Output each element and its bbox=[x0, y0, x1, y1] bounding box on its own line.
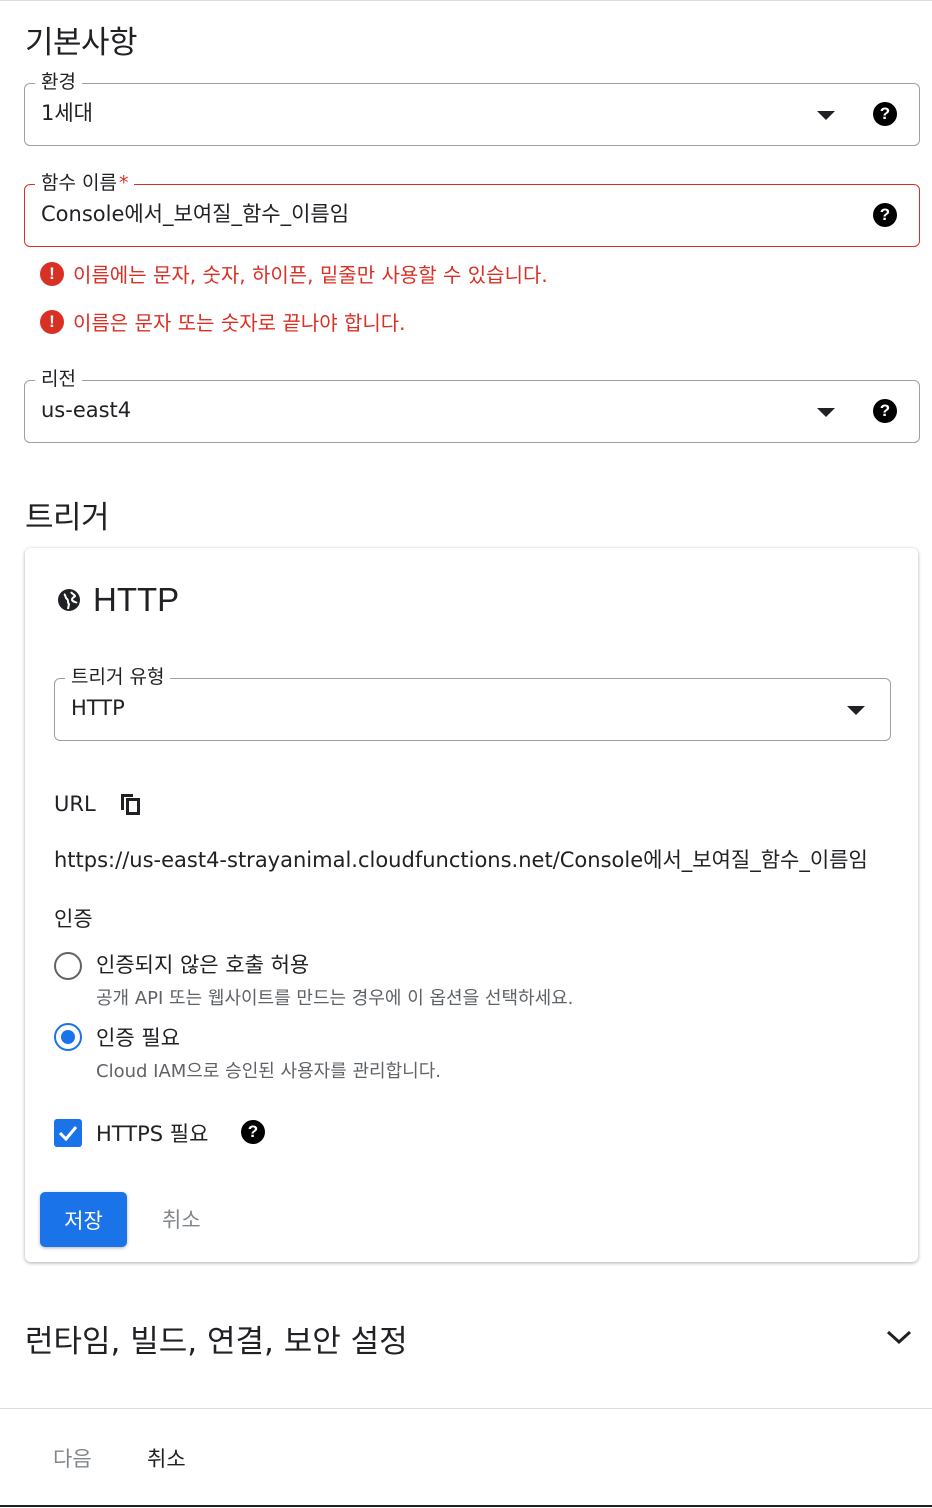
function-name-label: 함수 이름 * bbox=[35, 172, 135, 194]
globe-icon bbox=[58, 589, 80, 611]
url-label: URL bbox=[54, 792, 96, 816]
chevron-down-icon[interactable] bbox=[886, 1326, 912, 1348]
https-required-checkbox[interactable] bbox=[54, 1119, 82, 1147]
environment-label: 환경 bbox=[35, 71, 82, 93]
help-icon[interactable]: ? bbox=[873, 203, 897, 227]
region-select[interactable]: 리전 us-east4 ? bbox=[24, 368, 920, 443]
caret-down-icon[interactable] bbox=[817, 408, 835, 417]
trigger-card: HTTP 트리거 유형 HTTP URL https://us-east4-st… bbox=[25, 548, 918, 1262]
region-value: us-east4 bbox=[41, 398, 132, 422]
error-icon: ! bbox=[40, 309, 64, 334]
function-name-value[interactable]: Console에서_보여질_함수_이름임 bbox=[41, 199, 349, 229]
function-name-field[interactable]: 함수 이름 * Console에서_보여질_함수_이름임 ? bbox=[24, 172, 920, 247]
cancel-button[interactable]: 취소 bbox=[162, 1204, 201, 1234]
environment-select[interactable]: 환경 1세대 ? bbox=[24, 71, 920, 146]
card-title-text: HTTP bbox=[93, 581, 180, 618]
card-title: HTTP bbox=[57, 581, 179, 619]
option-title: 인증 필요 bbox=[96, 1026, 180, 1050]
caret-down-icon[interactable] bbox=[847, 706, 865, 715]
error-text: 이름에는 문자, 숫자, 하이픈, 밑줄만 사용할 수 있습니다. bbox=[73, 263, 548, 287]
copy-icon[interactable] bbox=[119, 791, 143, 817]
region-label: 리전 bbox=[35, 368, 82, 390]
trigger-heading: 트리거 bbox=[25, 500, 110, 536]
trigger-type-select[interactable]: 트리거 유형 HTTP bbox=[54, 666, 891, 741]
footer-divider bbox=[0, 1408, 932, 1409]
option-subtitle: Cloud IAM으로 승인된 사용자를 관리합니다. bbox=[96, 1061, 442, 1082]
footer-cancel-button[interactable]: 취소 bbox=[147, 1443, 186, 1473]
help-icon[interactable]: ? bbox=[241, 1120, 265, 1144]
top-divider bbox=[0, 0, 932, 2]
caret-down-icon[interactable] bbox=[817, 111, 835, 120]
check-icon bbox=[58, 1126, 78, 1142]
advanced-settings-title: 런타임, 빌드, 연결, 보안 설정 bbox=[25, 1324, 408, 1360]
help-icon[interactable]: ? bbox=[873, 399, 897, 423]
save-button[interactable]: 저장 bbox=[40, 1192, 127, 1247]
option-title: 인증되지 않은 호출 허용 bbox=[96, 953, 310, 977]
trigger-type-label: 트리거 유형 bbox=[65, 666, 171, 688]
url-text: https://us-east4-strayanimal.cloudfuncti… bbox=[54, 848, 868, 872]
required-mark: * bbox=[118, 172, 129, 194]
https-required-label: HTTPS 필요 bbox=[96, 1122, 209, 1146]
radio-require-auth[interactable] bbox=[54, 1023, 82, 1051]
error-icon: ! bbox=[40, 261, 64, 286]
option-subtitle: 공개 API 또는 웹사이트를 만드는 경우에 이 옵션을 선택하세요. bbox=[96, 988, 574, 1009]
error-message: ! 이름에는 문자, 숫자, 하이픈, 밑줄만 사용할 수 있습니다. bbox=[40, 259, 548, 288]
trigger-type-value: HTTP bbox=[71, 696, 125, 720]
auth-label: 인증 bbox=[54, 907, 93, 931]
bottom-border bbox=[0, 1505, 932, 1507]
next-button[interactable]: 다음 bbox=[53, 1443, 92, 1473]
error-text: 이름은 문자 또는 숫자로 끝나야 합니다. bbox=[73, 311, 406, 335]
radio-allow-unauthenticated[interactable] bbox=[54, 952, 82, 980]
help-icon[interactable]: ? bbox=[873, 102, 897, 126]
advanced-settings-toggle[interactable]: 런타임, 빌드, 연결, 보안 설정 bbox=[25, 1316, 918, 1360]
basics-heading: 기본사항 bbox=[25, 25, 138, 61]
error-message: ! 이름은 문자 또는 숫자로 끝나야 합니다. bbox=[40, 307, 406, 336]
environment-value: 1세대 bbox=[41, 101, 94, 125]
